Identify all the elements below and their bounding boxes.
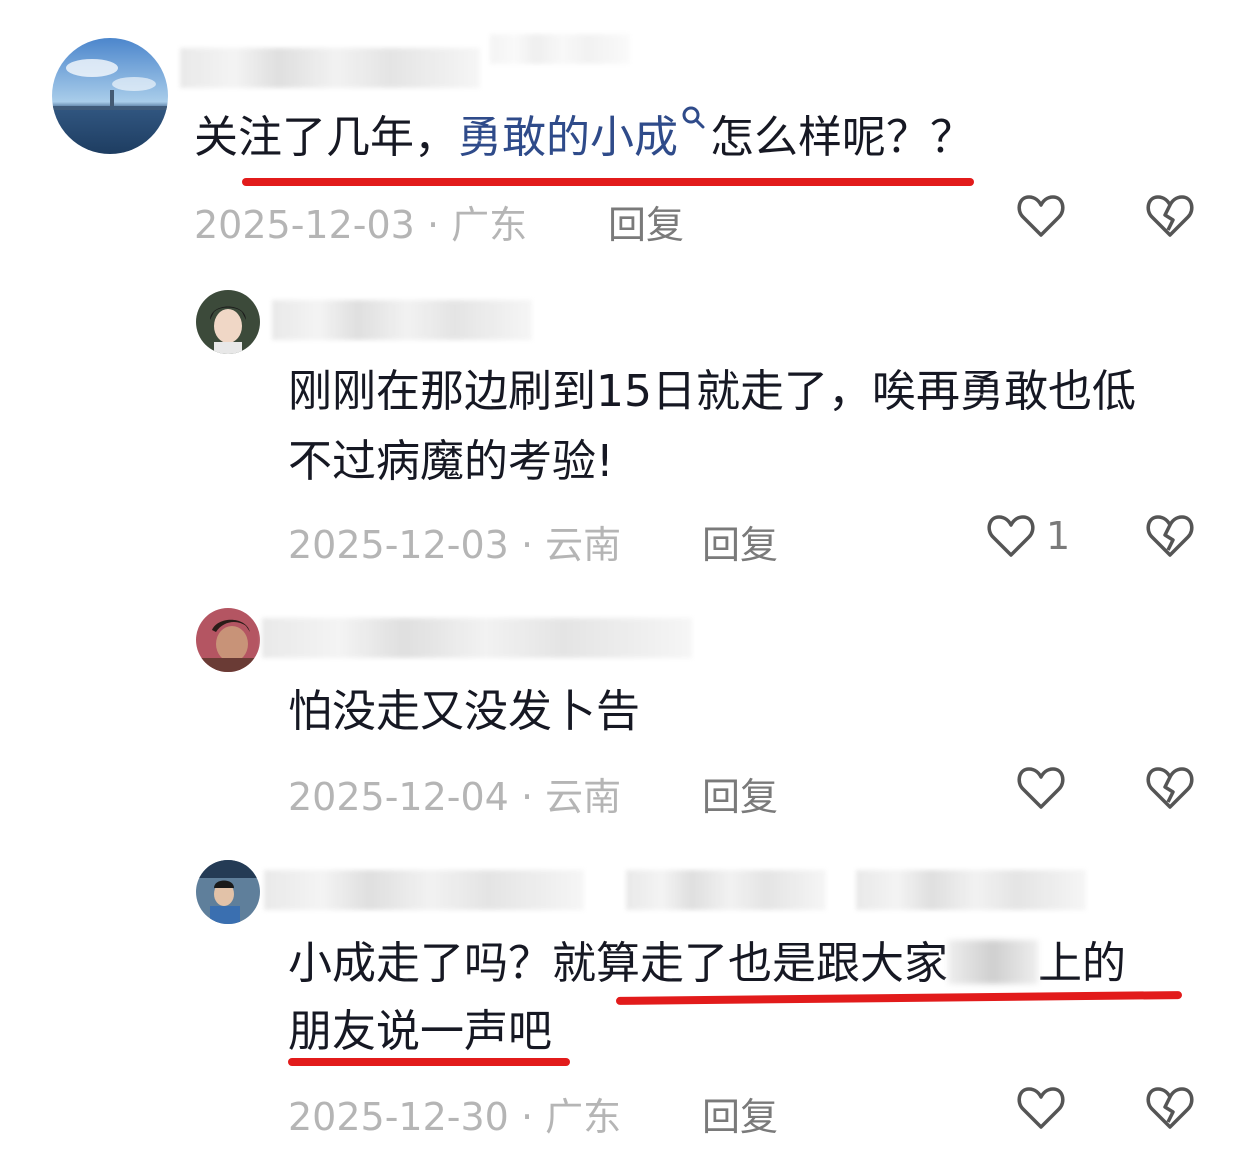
reply-button[interactable]: 回复 (702, 1086, 778, 1141)
comment-text-part: 小成走了吗？就算走了也是跟大家 (288, 938, 948, 989)
comment-text: 小成走了吗？就算走了也是跟大家 上的 (288, 930, 1126, 998)
comment-region: 云南 (545, 523, 622, 567)
comment-date: 2025-12-03 (288, 523, 509, 567)
heart-outline-icon[interactable] (1015, 1082, 1067, 1134)
reply-button[interactable]: 回复 (702, 766, 778, 821)
heart-outline-icon[interactable] (1015, 762, 1067, 814)
username-redacted (264, 870, 584, 910)
like-count: 1 (1046, 514, 1071, 558)
username-redacted (272, 300, 532, 340)
username-redacted (626, 870, 826, 910)
comment-date: 2025-12-04 (288, 775, 509, 819)
meta-separator: · (520, 775, 534, 819)
reply-button[interactable]: 回复 (702, 514, 778, 569)
comment-meta: 2025-12-03 · 广东 (194, 194, 527, 249)
comment-text-part: 上的 (1038, 938, 1126, 989)
avatar[interactable] (52, 38, 168, 154)
comment-text: 刚刚在那边刷到15日就走了，唉再勇敢也低 (288, 366, 1136, 417)
comment-text: 关注了几年，勇敢的小成 怎么样呢？？ (194, 104, 974, 172)
broken-heart-icon[interactable] (1144, 510, 1196, 562)
comment-region: 云南 (545, 775, 622, 819)
avatar[interactable] (196, 860, 260, 924)
username-redacted (180, 48, 480, 88)
meta-separator: · (426, 203, 440, 247)
reply-button[interactable]: 回复 (608, 194, 684, 249)
comment-date: 2025-12-03 (194, 203, 415, 247)
meta-separator: · (520, 523, 534, 567)
comment-text: 朋友说一声吧 (288, 1006, 552, 1057)
broken-heart-icon[interactable] (1144, 190, 1196, 242)
search-icon[interactable] (680, 104, 708, 132)
comment-text-part: 怎么样呢？？ (710, 112, 974, 163)
comment-text: 不过病魔的考验! (288, 436, 614, 487)
broken-heart-icon[interactable] (1144, 1082, 1196, 1134)
avatar[interactable] (196, 290, 260, 354)
meta-separator: · (520, 1095, 534, 1139)
red-underline (242, 178, 974, 186)
comment-meta: 2025-12-03 · 云南 (288, 514, 621, 569)
heart-outline-icon[interactable] (1015, 190, 1067, 242)
comment-text-part: 关注了几年， (194, 112, 458, 163)
comment-region: 广东 (545, 1095, 622, 1139)
comment-meta: 2025-12-30 · 广东 (288, 1086, 621, 1141)
redacted-text (948, 940, 1038, 984)
broken-heart-icon[interactable] (1144, 762, 1196, 814)
comment-region: 广东 (451, 203, 528, 247)
username-redacted (262, 618, 692, 658)
heart-outline-icon[interactable] (985, 510, 1037, 562)
avatar[interactable] (196, 608, 260, 672)
hashtag-link[interactable]: 勇敢的小成 (458, 112, 678, 163)
comment-date: 2025-12-30 (288, 1095, 509, 1139)
comment-meta: 2025-12-04 · 云南 (288, 766, 621, 821)
username-redacted-extra (490, 34, 630, 64)
username-redacted (856, 870, 1086, 910)
comment-text: 怕没走又没发卜告 (288, 686, 640, 737)
red-underline (288, 1058, 570, 1066)
